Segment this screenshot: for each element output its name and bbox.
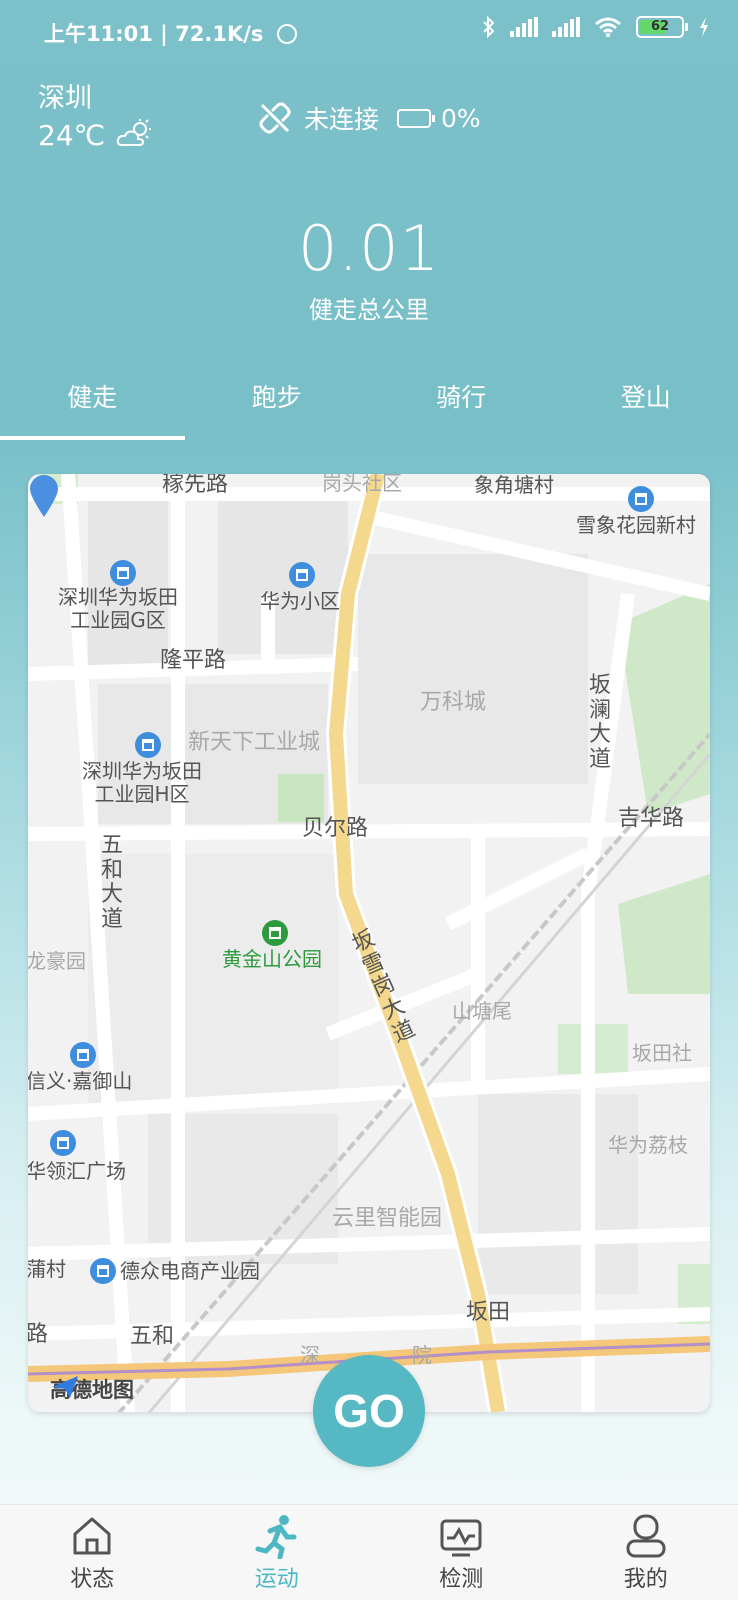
nav-item-sport[interactable]: 运动: [185, 1505, 370, 1600]
status-left: 上午11:01 | 72.1K/s: [44, 18, 297, 48]
sport-tabs: 健走 跑步 骑行 登山: [0, 372, 738, 440]
map-label-road: 吉华路: [618, 806, 685, 831]
status-time: 上午11:01: [44, 22, 153, 46]
map-label-road: 坂澜大道: [588, 673, 611, 772]
map-label-poi: 院: [412, 1343, 432, 1367]
map-attribution: 高德地图: [50, 1374, 134, 1404]
map-label-road: 路: [28, 1322, 49, 1347]
go-button[interactable]: GO: [313, 1355, 425, 1467]
map-label-area: 山塘尾: [452, 999, 512, 1023]
building-icon: [289, 562, 315, 588]
building-icon: [50, 1130, 76, 1156]
map-label-poi: 五和: [130, 1324, 175, 1349]
location-pin-icon: [30, 475, 58, 517]
network-speed: 72.1K/s: [175, 22, 264, 46]
map-label-area: 华为荔枝: [608, 1133, 688, 1157]
status-bar: 上午11:01 | 72.1K/s 62: [0, 0, 738, 64]
status-right: 62: [482, 16, 710, 38]
amap-logo-icon: [52, 1376, 78, 1398]
running-icon: [255, 1515, 297, 1559]
map-label-road: 五和大道: [100, 833, 123, 932]
map-label-area: 岗头社区: [322, 474, 402, 495]
signal-icon: [510, 17, 538, 37]
map-label-area: 新天下工业城: [188, 730, 321, 755]
home-icon: [73, 1517, 111, 1555]
nav-label: 状态: [70, 1567, 115, 1592]
nav-label: 我的: [623, 1567, 668, 1592]
map-label-road: 隆平路: [160, 648, 227, 673]
building-icon: [135, 732, 161, 758]
charging-icon: [700, 17, 708, 37]
wifi-icon: [595, 17, 621, 37]
monitor-icon: [440, 1519, 482, 1557]
map-label-area: 万科城: [420, 690, 487, 715]
bottom-nav: 状态 运动 检测 我的: [0, 1504, 738, 1600]
map-view[interactable]: 稼先路 岗头社区 象角塘村 雪象花园新村 深圳华为坂田 工业园G区 华为小区 隆…: [28, 474, 710, 1412]
map-label-area: 云里智能园: [332, 1206, 443, 1231]
nav-item-status[interactable]: 状态: [0, 1505, 185, 1600]
nav-label: 检测: [439, 1567, 484, 1592]
map-label-poi: 坂田: [466, 1300, 511, 1325]
battery-icon: 62: [636, 16, 688, 38]
tab-cycling[interactable]: 骑行: [369, 372, 554, 440]
map-label-poi: 象角塘村: [474, 474, 554, 497]
device-connection[interactable]: 未连接 0%: [258, 100, 481, 136]
building-icon: [70, 1042, 96, 1068]
map-label-poi: 华领汇广场: [28, 1159, 126, 1183]
map-label-poi: 信义·嘉御山: [28, 1069, 133, 1093]
bluetooth-icon: [483, 16, 495, 38]
map-label-road: 贝尔路: [302, 816, 369, 841]
partly-cloudy-icon: [116, 119, 151, 146]
user-icon: [626, 1514, 666, 1558]
device-battery-level: 0%: [441, 103, 481, 133]
connection-status: 未连接: [304, 105, 380, 134]
map-label-park: 黄金山公园: [222, 947, 322, 971]
city-name: 深圳: [38, 83, 92, 114]
tab-walking[interactable]: 健走: [0, 372, 185, 440]
device-battery-icon: [397, 108, 436, 128]
park-icon: [262, 920, 288, 946]
nav-item-mine[interactable]: 我的: [554, 1505, 738, 1600]
map-label-poi: 德众电商产业园: [120, 1259, 260, 1283]
unlink-icon: [259, 102, 291, 134]
map-label-poi: 蒲村: [28, 1257, 66, 1281]
map-label-poi: 深圳华为坂田 工业园G区: [58, 585, 178, 632]
tab-running[interactable]: 跑步: [185, 372, 370, 440]
map-label-poi: 雪象花园新村: [576, 513, 696, 537]
map-label-area: 龙豪园: [28, 949, 86, 973]
building-icon: [90, 1258, 116, 1284]
alarm-icon: [276, 24, 297, 44]
building-icon: [110, 560, 136, 586]
map-label-poi: 深: [300, 1343, 320, 1367]
map-label-poi: 深圳华为坂田 工业园H区: [82, 759, 202, 806]
total-distance-label: 健走总公里: [309, 296, 429, 324]
total-distance-value: 0.01: [297, 212, 441, 285]
map-label-road: 稼先路: [162, 474, 229, 497]
signal-hd-icon: [552, 17, 580, 37]
nav-label: 运动: [254, 1567, 299, 1592]
building-icon: [628, 486, 654, 512]
map-label-poi: 华为小区: [260, 589, 340, 613]
nav-item-detect[interactable]: 检测: [369, 1505, 554, 1600]
tab-hiking[interactable]: 登山: [554, 372, 738, 440]
map-label-area: 坂田社: [632, 1041, 692, 1065]
temperature: 24℃: [38, 119, 106, 152]
